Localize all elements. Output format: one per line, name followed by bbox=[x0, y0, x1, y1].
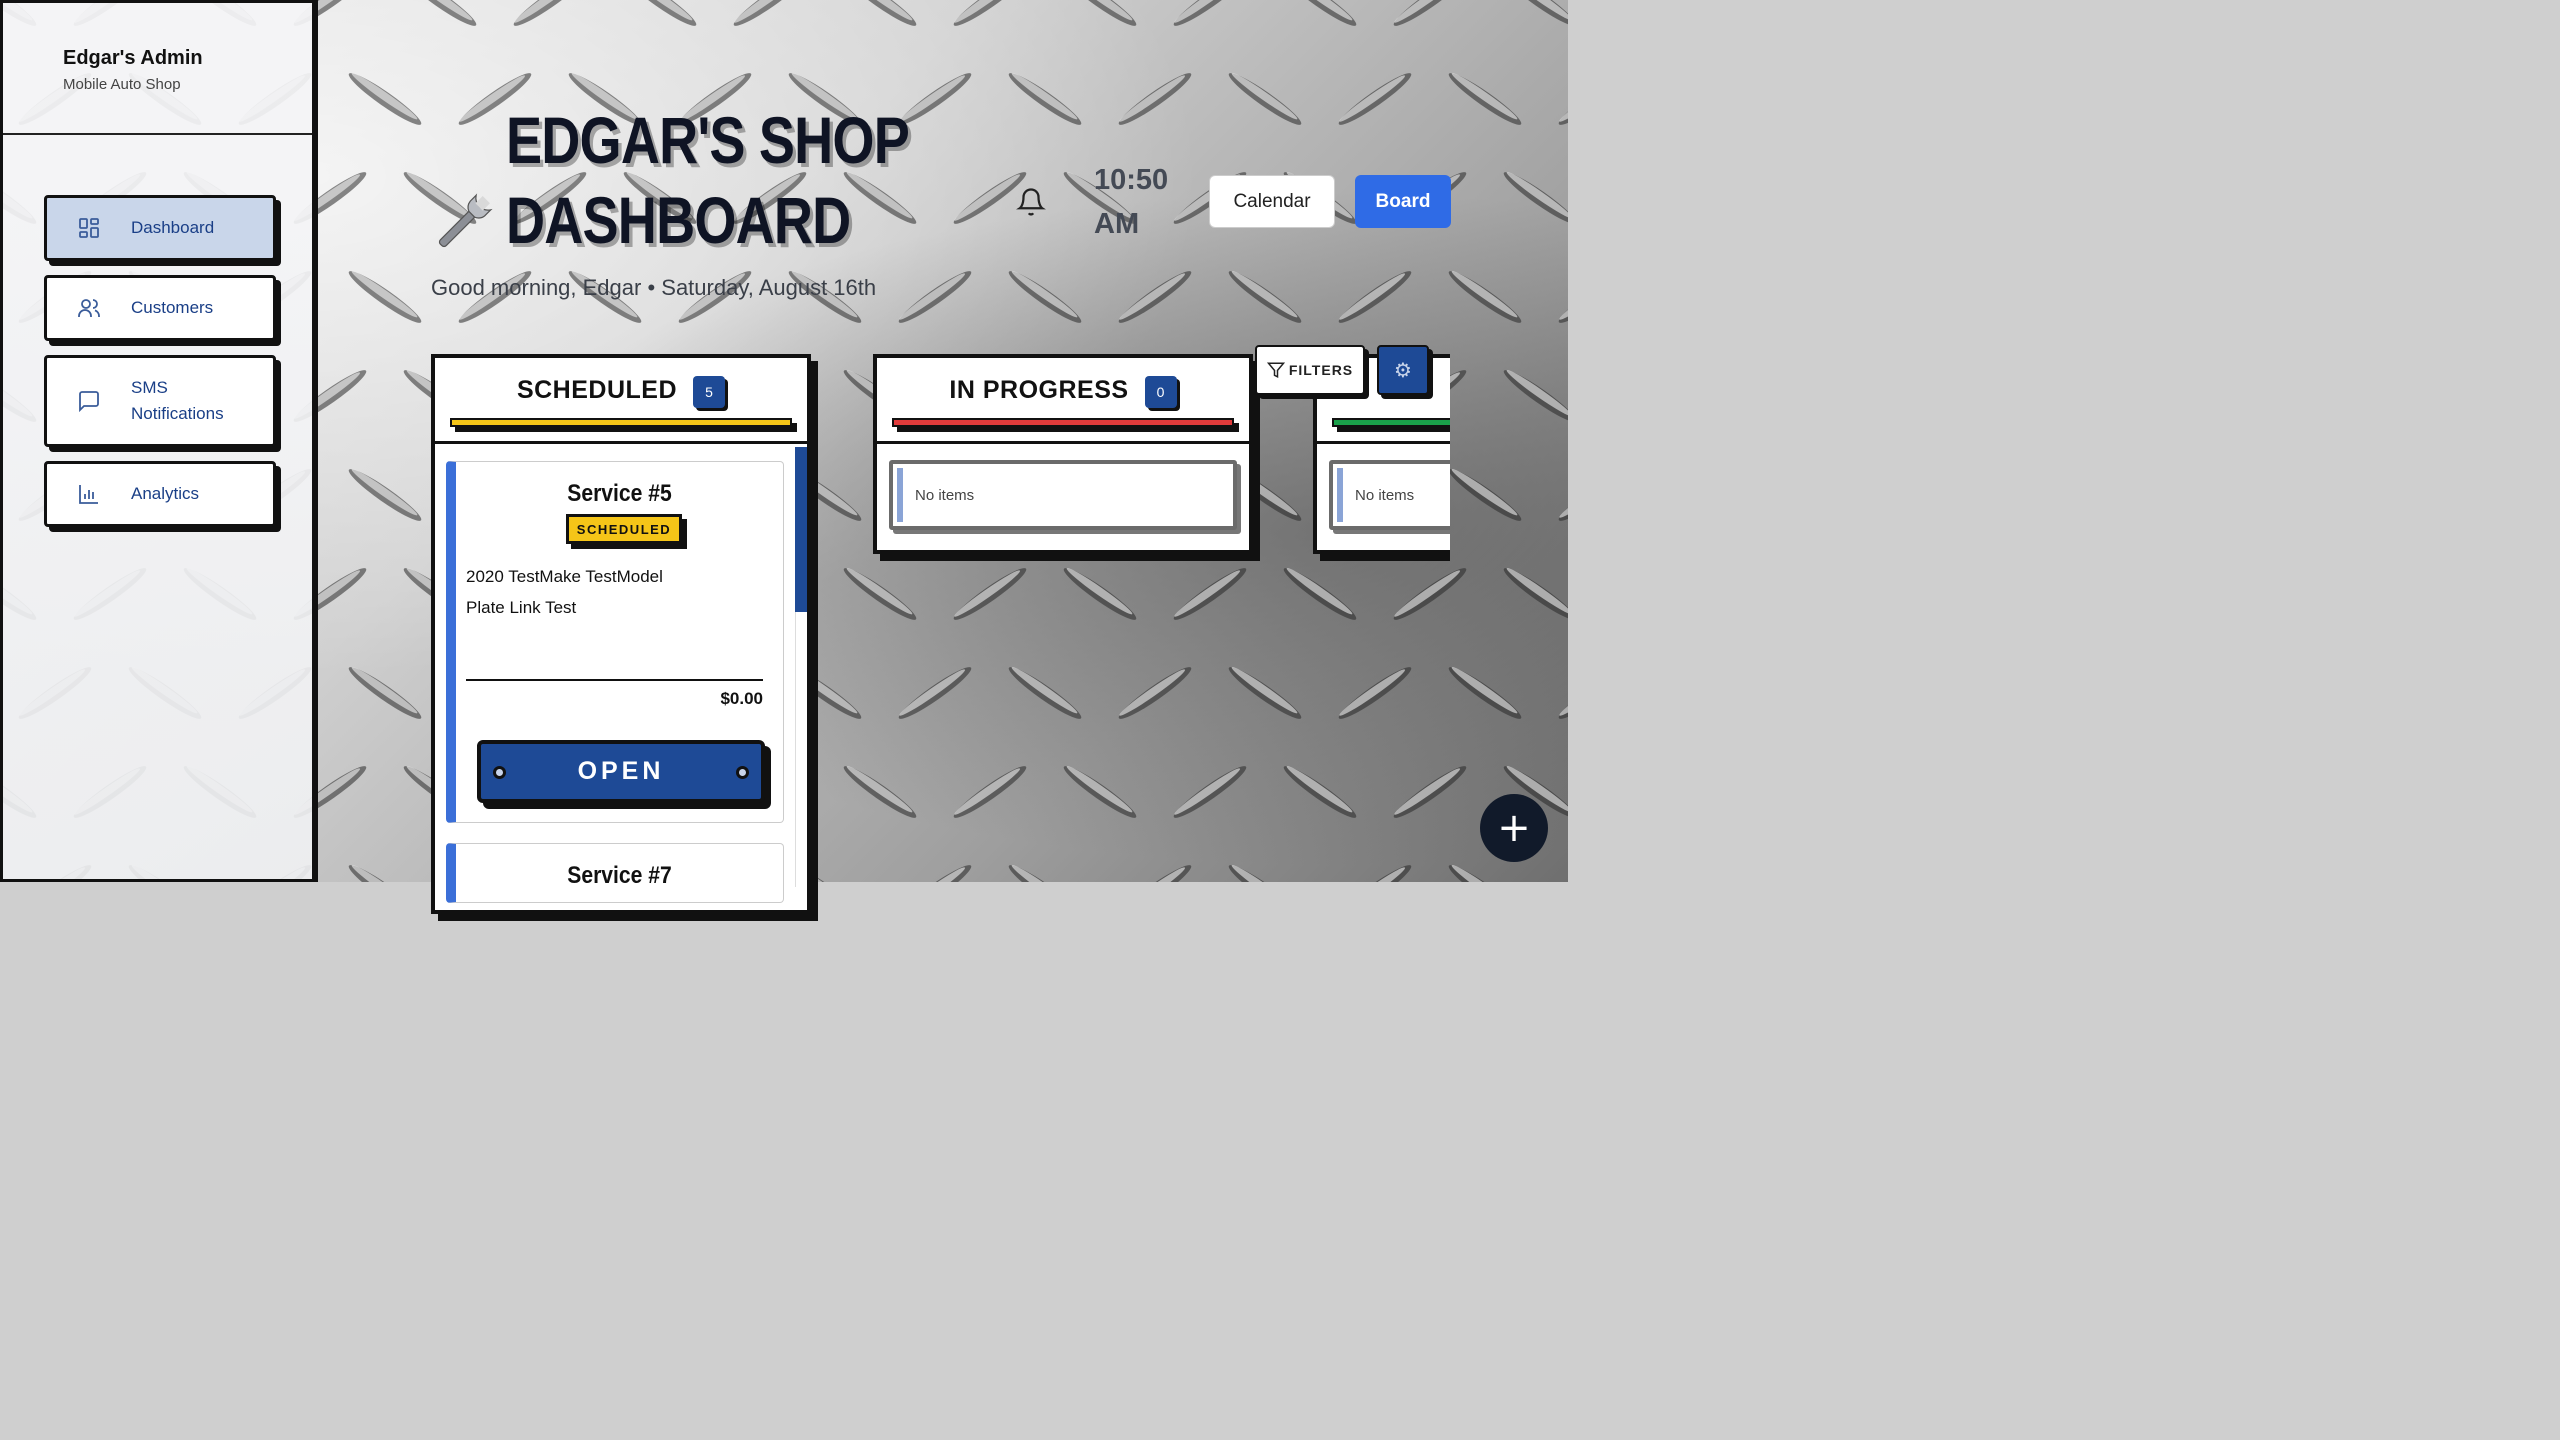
plus-icon: + bbox=[1497, 805, 1531, 851]
service-card-title: Service #7 bbox=[567, 862, 672, 889]
clock-time: 10:50 AM bbox=[1094, 164, 1169, 240]
sidebar: Edgar's Admin Mobile Auto Shop Dashboard… bbox=[0, 0, 318, 882]
sidebar-subtitle: Mobile Auto Shop bbox=[63, 76, 181, 93]
settings-button[interactable]: ⚙ bbox=[1377, 345, 1429, 395]
plate-text: Plate Link Test bbox=[466, 598, 577, 617]
bolt-icon bbox=[493, 765, 506, 779]
empty-placeholder: No items bbox=[1329, 460, 1450, 530]
column-in-progress: IN PROGRESS 0 No items bbox=[873, 354, 1253, 554]
sidebar-item-dashboard[interactable]: Dashboard bbox=[44, 195, 276, 261]
wrench-icon bbox=[430, 190, 496, 256]
column-count-badge: 5 bbox=[693, 376, 726, 408]
greeting-text: Good morning, Edgar • Saturday, August 1… bbox=[431, 275, 877, 300]
sidebar-item-label: Analytics bbox=[131, 484, 200, 503]
board-button[interactable]: Board bbox=[1355, 175, 1451, 228]
bell-icon[interactable] bbox=[1016, 186, 1046, 218]
column-scrollbar-thumb[interactable] bbox=[795, 447, 807, 612]
empty-placeholder: No items bbox=[889, 460, 1237, 530]
empty-text: No items bbox=[1355, 486, 1415, 504]
status-badge: SCHEDULED bbox=[566, 514, 682, 544]
sidebar-title: Edgar's Admin bbox=[63, 47, 203, 69]
sidebar-header: Edgar's Admin Mobile Auto Shop bbox=[3, 3, 312, 135]
open-button-label: OPEN bbox=[577, 757, 665, 785]
bolt-icon bbox=[736, 765, 749, 779]
filter-icon bbox=[1266, 362, 1285, 378]
sidebar-item-label: Dashboard bbox=[131, 218, 215, 237]
column-status-bar bbox=[450, 418, 792, 427]
filters-button[interactable]: FILTERS bbox=[1255, 345, 1365, 395]
service-card-title: Service #5 bbox=[567, 480, 672, 507]
gear-icon: ⚙ bbox=[1394, 358, 1412, 382]
empty-text: No items bbox=[915, 486, 975, 504]
filters-label: FILTERS bbox=[1288, 362, 1354, 378]
divider bbox=[466, 679, 763, 681]
page-title: EDGAR'S SHOP DASHBOARD bbox=[506, 103, 909, 257]
column-title: IN PROGRESS bbox=[949, 376, 1129, 404]
bar-chart-icon bbox=[77, 482, 101, 506]
dashboard-grid-icon bbox=[77, 216, 101, 240]
sidebar-item-customers[interactable]: Customers bbox=[44, 275, 276, 341]
column-header: SCHEDULED 5 bbox=[435, 358, 807, 444]
message-icon bbox=[77, 389, 101, 413]
sidebar-nav: Dashboard Customers SMS Notifications An… bbox=[44, 195, 276, 541]
add-button[interactable]: + bbox=[1480, 794, 1548, 862]
sidebar-item-label: SMS Notifications bbox=[131, 378, 224, 423]
column-count-badge: 0 bbox=[1144, 376, 1177, 408]
sidebar-item-label: Customers bbox=[131, 298, 214, 317]
open-button[interactable]: OPEN bbox=[477, 740, 765, 803]
column-status-bar bbox=[892, 418, 1234, 427]
column-title: SCHEDULED bbox=[516, 376, 678, 404]
vehicle-text: 2020 TestMake TestModel bbox=[466, 567, 663, 586]
column-header: IN PROGRESS 0 bbox=[877, 358, 1249, 444]
sidebar-item-analytics[interactable]: Analytics bbox=[44, 461, 276, 527]
service-card[interactable]: Service #5 SCHEDULED 2020 TestMake TestM… bbox=[446, 461, 784, 823]
calendar-button[interactable]: Calendar bbox=[1209, 175, 1335, 228]
users-icon bbox=[77, 296, 101, 320]
price-text: $0.00 bbox=[720, 689, 763, 708]
column-status-bar bbox=[1332, 418, 1450, 427]
sidebar-item-sms-notifications[interactable]: SMS Notifications bbox=[44, 355, 276, 447]
service-card[interactable]: Service #7 bbox=[446, 843, 784, 903]
